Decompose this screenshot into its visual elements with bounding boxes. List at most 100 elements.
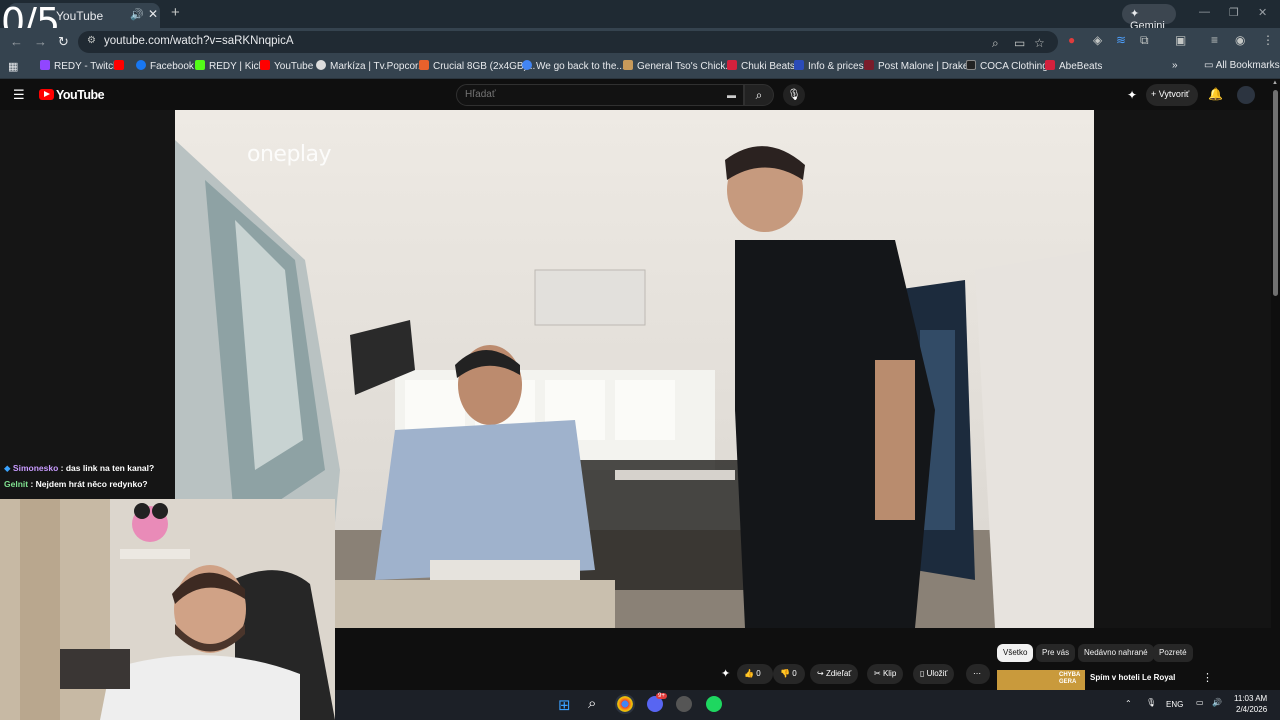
bookmark-item[interactable]: AbeBeats bbox=[1045, 60, 1102, 72]
keyboard-icon[interactable]: ▬ bbox=[727, 90, 736, 100]
tab-title: YouTube bbox=[56, 9, 104, 23]
account-avatar[interactable] bbox=[1237, 86, 1255, 104]
page-scrollbar[interactable]: ▲ bbox=[1271, 80, 1280, 690]
dislike-button[interactable]: 👎 0 bbox=[773, 664, 805, 684]
dislike-count: 0 bbox=[792, 669, 797, 678]
gemini-button[interactable]: ✦ Gemini bbox=[1122, 4, 1176, 32]
bookmark-item[interactable]: Chuki Beats bbox=[727, 60, 795, 72]
ambient-right bbox=[1094, 110, 1271, 628]
more-actions-button[interactable]: ⋯ bbox=[966, 664, 990, 684]
bookmark-label: Crucial 8GB (2x4GB)... bbox=[433, 61, 536, 72]
bookmark-star-icon[interactable]: ☆ bbox=[1034, 36, 1045, 50]
apps-grid-icon[interactable]: ▦ bbox=[8, 60, 18, 73]
bookmark-label: REDY - Twitch bbox=[54, 61, 119, 72]
side-panel-icon[interactable]: ▣ bbox=[1175, 33, 1186, 47]
clock-date[interactable]: 2/4/2026 bbox=[1236, 705, 1267, 714]
bookmark-item[interactable]: Info & prices bbox=[794, 60, 864, 72]
close-window-icon[interactable]: ✕ bbox=[1258, 6, 1267, 19]
recommended-title[interactable]: Spím v hoteli Le Royal bbox=[1090, 673, 1175, 682]
chat-badge-icon: ◆ bbox=[4, 463, 11, 473]
search-box[interactable]: ▬ bbox=[456, 84, 744, 106]
bookmark-label: Post Malone | Drake... bbox=[878, 61, 977, 72]
recommended-thumbnail[interactable]: CHYBA GERA bbox=[997, 670, 1085, 690]
recommended-menu-icon[interactable]: ⋮ bbox=[1202, 671, 1213, 684]
address-bar[interactable]: ⚙ youtube.com/watch?v=saRKNnqpicA ⌕ ▭ ☆ bbox=[78, 31, 1058, 53]
bookmark-item[interactable]: Facebook bbox=[136, 60, 194, 72]
bookmark-item[interactable] bbox=[114, 60, 128, 72]
microphone-icon[interactable]: 🎙 bbox=[783, 84, 805, 106]
bookmark-favicon bbox=[623, 60, 633, 70]
like-button[interactable]: 👍 0 bbox=[737, 664, 773, 684]
app-taskbar-icon[interactable] bbox=[676, 696, 692, 712]
all-bookmarks-label: All Bookmarks bbox=[1215, 60, 1280, 71]
hamburger-menu-icon[interactable]: ☰ bbox=[13, 87, 25, 103]
bookmark-item[interactable]: We go back to the... bbox=[522, 60, 625, 72]
youtube-logo-text[interactable]: YouTube bbox=[56, 88, 105, 102]
ambient-left bbox=[0, 110, 175, 500]
scroll-up-icon[interactable]: ▲ bbox=[1272, 80, 1278, 86]
search-input[interactable] bbox=[465, 89, 705, 100]
chat-username: Simonesko bbox=[12, 463, 59, 473]
forward-icon[interactable]: → bbox=[34, 34, 47, 49]
bookmark-label: Info & prices bbox=[808, 61, 864, 72]
site-info-icon[interactable]: ⚙ bbox=[87, 35, 96, 46]
all-bookmarks-button[interactable]: ▭ All Bookmarks bbox=[1204, 60, 1280, 71]
extension-blue-icon[interactable]: ≋ bbox=[1116, 33, 1126, 47]
bookmark-item[interactable]: REDY | Kick bbox=[195, 60, 264, 72]
bookmark-favicon bbox=[727, 60, 737, 70]
bookmarks-overflow-icon[interactable]: » bbox=[1172, 60, 1178, 71]
thumbs-down-icon: 👎 bbox=[780, 669, 790, 678]
chip-for-you[interactable]: Pre vás bbox=[1036, 644, 1076, 662]
spotify-taskbar-icon[interactable] bbox=[706, 696, 722, 712]
maximize-icon[interactable]: ❐ bbox=[1229, 6, 1239, 19]
profile-avatar[interactable]: ◉ bbox=[1235, 33, 1245, 47]
bookmark-item[interactable]: Crucial 8GB (2x4GB)... bbox=[419, 60, 535, 72]
chat-username: Gelnit bbox=[4, 479, 29, 489]
reload-icon[interactable]: ↻ bbox=[58, 34, 69, 50]
language-indicator[interactable]: ENG bbox=[1166, 700, 1183, 709]
tab-audio-icon[interactable]: 🔊 bbox=[130, 8, 144, 21]
cast-icon[interactable]: ▭ bbox=[1014, 36, 1025, 50]
chrome-taskbar-icon[interactable] bbox=[615, 694, 635, 714]
chat-text: : Nejdem hrát něco redynko? bbox=[28, 479, 148, 489]
clip-button[interactable]: ✂ Klip bbox=[867, 664, 904, 684]
save-icon: ▯ bbox=[920, 669, 925, 678]
scrollbar-thumb[interactable] bbox=[1273, 90, 1278, 296]
zoom-icon[interactable]: ⌕ bbox=[992, 36, 999, 51]
webcam-frame bbox=[0, 499, 335, 720]
chip-all[interactable]: Všetko bbox=[997, 644, 1034, 662]
tools-icon[interactable]: ✦ bbox=[1127, 88, 1137, 102]
save-label: Uložiť bbox=[926, 669, 948, 678]
create-button[interactable]: + Vytvoriť bbox=[1146, 84, 1198, 106]
clock-time[interactable]: 11:03 AM bbox=[1234, 694, 1267, 703]
bookmark-item[interactable]: COCA Clothing bbox=[966, 60, 1048, 72]
share-button[interactable]: ↪ Zdieľať bbox=[810, 664, 859, 684]
minimize-icon[interactable]: — bbox=[1199, 6, 1210, 18]
bookmark-favicon bbox=[419, 60, 429, 70]
bookmark-item[interactable]: YouTube bbox=[260, 60, 313, 72]
chip-watched[interactable]: Pozreté bbox=[1153, 644, 1193, 662]
ai-sparkle-icon[interactable]: ✦ bbox=[721, 667, 730, 680]
chip-recently-uploaded[interactable]: Nedávno nahrané bbox=[1078, 644, 1154, 662]
tray-mic-icon[interactable]: 🎙 bbox=[1146, 698, 1156, 707]
media-controls-icon[interactable]: ≡ bbox=[1211, 33, 1218, 47]
notifications-bell-icon[interactable]: 🔔 bbox=[1208, 87, 1223, 101]
tab-close-icon[interactable]: ✕ bbox=[148, 7, 158, 21]
windows-start-icon[interactable]: ⊞ bbox=[558, 696, 571, 714]
tray-display-icon[interactable]: ▭ bbox=[1196, 698, 1204, 707]
save-button[interactable]: ▯ Uložiť bbox=[913, 664, 955, 684]
back-icon[interactable]: ← bbox=[10, 34, 23, 49]
chrome-menu-icon[interactable]: ⋮ bbox=[1262, 33, 1274, 47]
new-tab-button[interactable]: + bbox=[171, 5, 180, 20]
tray-overflow-icon[interactable]: ⌃ bbox=[1125, 699, 1132, 708]
taskbar-search-icon[interactable]: ⌕ bbox=[588, 695, 596, 712]
tray-volume-icon[interactable]: 🔊 bbox=[1212, 698, 1222, 707]
extension-red-icon[interactable]: ● bbox=[1068, 33, 1075, 47]
bookmark-item[interactable]: Markíza | Tv.Popcor... bbox=[316, 60, 426, 72]
bookmark-item[interactable]: REDY - Twitch bbox=[40, 60, 119, 72]
bookmark-item[interactable]: Post Malone | Drake... bbox=[864, 60, 977, 72]
extension-gray-icon[interactable]: ◈ bbox=[1093, 33, 1102, 47]
bookmark-item[interactable]: General Tso's Chick... bbox=[623, 60, 734, 72]
search-icon[interactable]: ⌕ bbox=[744, 84, 774, 106]
extensions-puzzle-icon[interactable]: ⧉ bbox=[1140, 33, 1149, 48]
